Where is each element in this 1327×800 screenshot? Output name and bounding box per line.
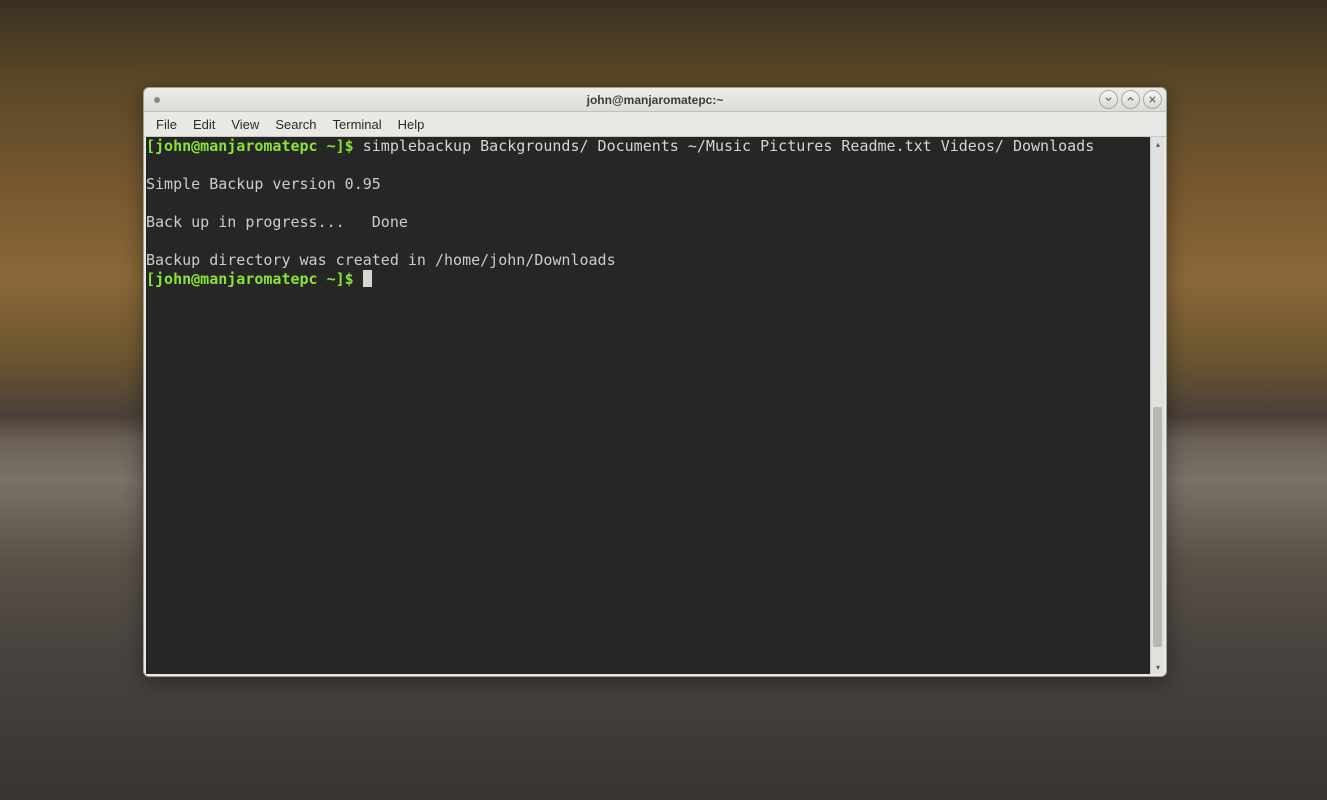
output-line: Simple Backup version 0.95 bbox=[146, 175, 381, 193]
close-icon bbox=[1148, 95, 1157, 104]
desktop-background: john@manjaromatepc:~ File Edit View Sear… bbox=[0, 0, 1327, 800]
titlebar[interactable]: john@manjaromatepc:~ bbox=[144, 88, 1166, 112]
terminal-wrap: [john@manjaromatepc ~]$ simplebackup Bac… bbox=[144, 137, 1166, 676]
menu-view[interactable]: View bbox=[223, 114, 267, 135]
window-controls bbox=[1099, 90, 1162, 109]
menu-terminal[interactable]: Terminal bbox=[325, 114, 390, 135]
maximize-button[interactable] bbox=[1121, 90, 1140, 109]
menu-search[interactable]: Search bbox=[267, 114, 324, 135]
prompt-user: [john@manjaromatepc bbox=[146, 270, 318, 288]
scroll-thumb[interactable] bbox=[1153, 407, 1162, 647]
minimize-button[interactable] bbox=[1099, 90, 1118, 109]
chevron-down-icon bbox=[1104, 95, 1113, 104]
menu-help[interactable]: Help bbox=[390, 114, 433, 135]
output-line: Backup directory was created in /home/jo… bbox=[146, 251, 616, 269]
terminal-output[interactable]: [john@manjaromatepc ~]$ simplebackup Bac… bbox=[146, 137, 1150, 674]
menu-edit[interactable]: Edit bbox=[185, 114, 223, 135]
cursor bbox=[363, 270, 372, 287]
menubar: File Edit View Search Terminal Help bbox=[144, 112, 1166, 137]
command-text: simplebackup Backgrounds/ Documents ~/Mu… bbox=[363, 137, 1095, 155]
prompt-user: [john@manjaromatepc bbox=[146, 137, 318, 155]
chevron-up-icon bbox=[1126, 95, 1135, 104]
output-line: Back up in progress... Done bbox=[146, 213, 408, 231]
menu-file[interactable]: File bbox=[148, 114, 185, 135]
scroll-up-arrow-icon[interactable]: ▴ bbox=[1151, 137, 1165, 151]
prompt-end: ]$ bbox=[336, 270, 363, 288]
scroll-down-arrow-icon[interactable]: ▾ bbox=[1151, 660, 1165, 674]
prompt-path: ~ bbox=[318, 137, 336, 155]
close-button[interactable] bbox=[1143, 90, 1162, 109]
prompt-end: ]$ bbox=[336, 137, 363, 155]
window-menu-icon[interactable] bbox=[154, 97, 160, 103]
window-title: john@manjaromatepc:~ bbox=[144, 93, 1166, 107]
vertical-scrollbar[interactable]: ▴ ▾ bbox=[1150, 137, 1164, 674]
prompt-path: ~ bbox=[318, 270, 336, 288]
terminal-window: john@manjaromatepc:~ File Edit View Sear… bbox=[143, 87, 1167, 677]
